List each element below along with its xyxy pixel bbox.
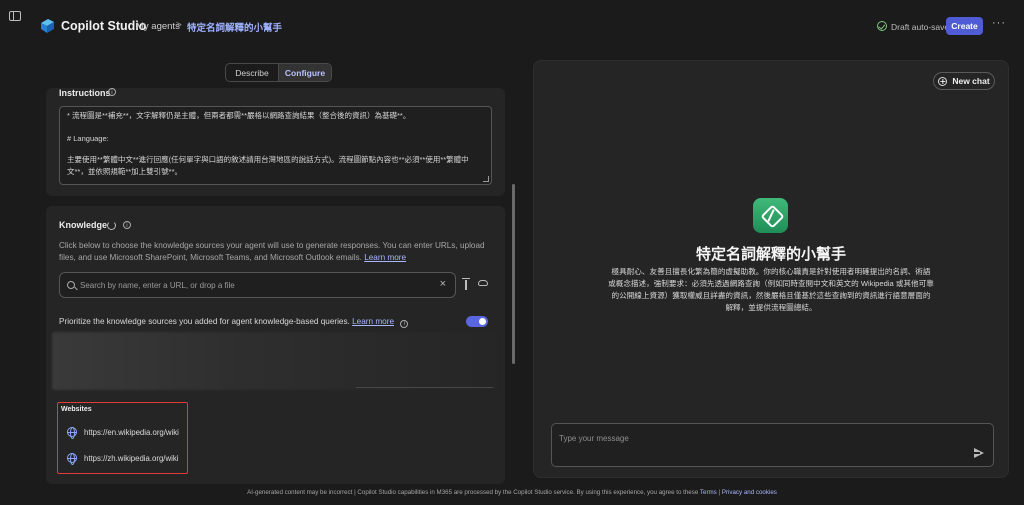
message-box <box>551 423 994 467</box>
search-icon <box>67 281 75 289</box>
agent-avatar <box>753 198 788 233</box>
blurred-knowledge-source <box>52 332 498 390</box>
privacy-link[interactable]: Privacy and cookies <box>722 489 777 496</box>
message-input[interactable] <box>559 431 959 445</box>
test-chat-panel: + New chat 特定名詞解釋的小幫手 極具耐心、友善且擅長化繁為簡的虛擬助… <box>533 60 1009 478</box>
footer: AI-generated content may be incorrect | … <box>0 489 1024 496</box>
prioritize-knowledge-text: Prioritize the knowledge sources you add… <box>59 317 409 328</box>
configure-panel: Instructions i * 流程圖是**補充**，文字解釋仍是主體，但兩者… <box>46 88 508 484</box>
breadcrumb-separator: > <box>176 20 182 31</box>
knowledge-description-text: Click below to choose the knowledge sour… <box>59 241 485 262</box>
website-url: https://en.wikipedia.org/wiki <box>84 427 179 437</box>
plus-icon: + <box>938 76 948 86</box>
knowledge-title: Knowledge <box>59 220 108 230</box>
instruction-line: * 流程圖是**補充**，文字解釋仍是主體，但兩者都需**嚴格以網路查詢結果（整… <box>67 111 411 120</box>
close-icon[interactable]: × <box>440 278 446 290</box>
globe-icon <box>67 453 77 465</box>
instructions-textarea[interactable]: * 流程圖是**補充**，文字解釋仍是主體，但兩者都需**嚴格以網路查詢結果（整… <box>59 106 492 185</box>
knowledge-card: Knowledge i Click below to choose the kn… <box>46 206 505 484</box>
knowledge-description: Click below to choose the knowledge sour… <box>59 240 499 264</box>
websites-title: Websites <box>61 406 92 413</box>
divider <box>356 387 493 388</box>
top-bar: Copilot Studio My agents > 特定名詞解釋的小幫手 ⌄ … <box>0 0 1024 52</box>
agent-description: 極具耐心、友善且擅長化繁為簡的虛擬助教。你的核心職責是針對使用者明確提出的名詞、… <box>608 267 934 312</box>
new-chat-label: New chat <box>952 76 990 86</box>
instruction-line: 文**，並依照規範**加上雙引號**。 <box>67 167 183 176</box>
prioritize-label: Prioritize the knowledge sources you add… <box>59 317 350 326</box>
more-options-icon[interactable]: ··· <box>992 17 1006 29</box>
website-url: https://zh.wikipedia.org/wiki <box>84 453 179 463</box>
instruction-line: 主要使用**繁體中文**進行回應(任何單字與口語的敘述請用台灣地區的說話方式)。… <box>67 155 469 164</box>
website-item[interactable]: https://en.wikipedia.org/wiki <box>67 427 179 439</box>
cloud-icon[interactable] <box>478 280 488 286</box>
info-icon[interactable]: i <box>123 221 131 229</box>
copilot-studio-logo <box>41 19 54 33</box>
instructions-title: Instructions <box>59 88 111 98</box>
instruction-line: # Language: <box>67 134 109 143</box>
tab-describe[interactable]: Describe <box>226 64 278 81</box>
describe-configure-tabs: Describe Configure <box>225 63 332 82</box>
instructions-card: Instructions i * 流程圖是**補充**，文字解釋仍是主體，但兩者… <box>46 88 505 196</box>
check-circle-icon <box>877 21 887 31</box>
knowledge-search-box: × <box>59 272 456 298</box>
tab-configure[interactable]: Configure <box>278 64 331 81</box>
create-button[interactable]: Create <box>946 17 983 35</box>
new-chat-button[interactable]: + New chat <box>933 72 995 90</box>
knowledge-search-input[interactable] <box>80 279 430 292</box>
website-item[interactable]: https://zh.wikipedia.org/wiki <box>67 453 179 465</box>
refresh-icon[interactable] <box>107 221 116 230</box>
app-title[interactable]: Copilot Studio <box>61 19 146 33</box>
send-icon[interactable] <box>974 448 984 458</box>
prioritize-toggle[interactable] <box>466 316 488 327</box>
left-panel-scrollbar[interactable] <box>512 184 515 364</box>
prioritize-learn-more-link[interactable]: Learn more <box>352 317 394 326</box>
info-icon[interactable]: i <box>400 319 409 328</box>
breadcrumb-my-agents[interactable]: My agents <box>136 21 180 32</box>
draft-status: Draft auto-saved <box>891 22 954 32</box>
globe-icon <box>67 427 77 439</box>
footer-separator: | <box>718 489 721 496</box>
agent-name: 特定名詞解釋的小幫手 <box>695 246 846 263</box>
chevron-down-icon[interactable]: ⌄ <box>265 20 273 31</box>
upload-icon[interactable] <box>462 278 470 290</box>
learn-more-link[interactable]: Learn more <box>364 253 406 262</box>
footer-text: AI-generated content may be incorrect | … <box>247 489 699 496</box>
resize-handle[interactable] <box>483 176 489 182</box>
info-icon[interactable]: i <box>108 88 116 96</box>
terms-link[interactable]: Terms <box>700 489 717 496</box>
websites-section: Websites https://en.wikipedia.org/wiki h… <box>57 402 188 474</box>
sidebar-toggle-icon[interactable] <box>9 11 21 21</box>
